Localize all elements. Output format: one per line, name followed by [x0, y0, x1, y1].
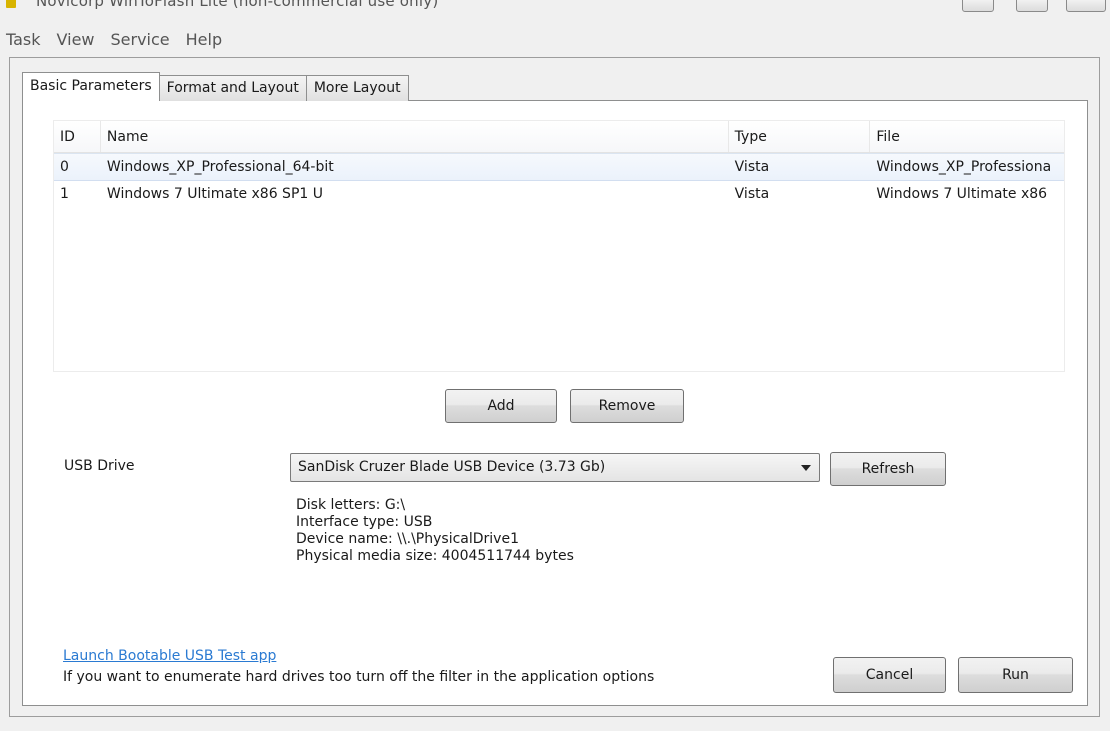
- column-header-file[interactable]: File: [870, 121, 1064, 152]
- add-button[interactable]: Add: [445, 389, 557, 423]
- cell-file: Windows 7 Ultimate x86: [876, 186, 1048, 202]
- disk-letters-info: Disk letters: G:\: [296, 497, 406, 513]
- close-button[interactable]: [1066, 0, 1106, 12]
- column-header-id[interactable]: ID: [54, 121, 101, 152]
- menu-help[interactable]: Help: [186, 30, 222, 49]
- list-header: ID Name Type File: [54, 121, 1064, 153]
- window-title: Novicorp WinToFlash Lite (non-commercial…: [36, 0, 439, 10]
- filter-hint-text: If you want to enumerate hard drives too…: [63, 669, 655, 685]
- usb-drive-selected-value: SanDisk Cruzer Blade USB Device (3.73 Gb…: [298, 459, 606, 475]
- minimize-button[interactable]: [962, 0, 994, 12]
- menu-view[interactable]: View: [57, 30, 95, 49]
- cell-id: 1: [60, 186, 69, 202]
- title-bar: Novicorp WinToFlash Lite (non-commercial…: [0, 0, 1110, 26]
- usb-drive-select[interactable]: SanDisk Cruzer Blade USB Device (3.73 Gb…: [290, 453, 820, 482]
- cell-id: 0: [60, 159, 69, 175]
- app-window: Novicorp WinToFlash Lite (non-commercial…: [0, 0, 1110, 731]
- cancel-button[interactable]: Cancel: [833, 657, 946, 693]
- menu-bar: Task View Service Help: [0, 26, 1110, 52]
- cell-file: Windows_XP_Professiona: [876, 159, 1052, 175]
- cell-type: Vista: [734, 186, 770, 202]
- list-row[interactable]: 0 Windows_XP_Professional_64-bit Vista W…: [54, 153, 1064, 181]
- cell-type: Vista: [734, 159, 770, 175]
- usb-drive-label: USB Drive: [64, 458, 135, 474]
- list-row[interactable]: 1 Windows 7 Ultimate x86 SP1 U Vista Win…: [54, 181, 1064, 209]
- column-header-name[interactable]: Name: [101, 121, 729, 152]
- interface-type-info: Interface type: USB: [296, 514, 433, 530]
- tab-strip: Basic Parameters Format and Layout More …: [22, 72, 409, 101]
- media-size-info: Physical media size: 4004511744 bytes: [296, 548, 574, 564]
- menu-task[interactable]: Task: [6, 30, 41, 49]
- tab-format-and-layout[interactable]: Format and Layout: [158, 75, 307, 101]
- launch-usb-test-link[interactable]: Launch Bootable USB Test app: [63, 648, 276, 664]
- chevron-down-icon[interactable]: [801, 465, 811, 471]
- device-name-info: Device name: \\.\PhysicalDrive1: [296, 531, 519, 547]
- tab-basic-parameters[interactable]: Basic Parameters: [22, 72, 160, 101]
- column-header-type[interactable]: Type: [729, 121, 871, 152]
- tab-more-layout[interactable]: More Layout: [305, 75, 409, 101]
- app-icon: [6, 0, 16, 8]
- run-button[interactable]: Run: [958, 657, 1073, 693]
- cell-name: Windows 7 Ultimate x86 SP1 U: [106, 186, 323, 202]
- maximize-button[interactable]: [1016, 0, 1048, 12]
- menu-service[interactable]: Service: [111, 30, 170, 49]
- remove-button[interactable]: Remove: [570, 389, 684, 423]
- refresh-button[interactable]: Refresh: [830, 452, 946, 486]
- image-list[interactable]: ID Name Type File 0 Windows_XP_Professio…: [53, 120, 1065, 372]
- cell-name: Windows_XP_Professional_64-bit: [106, 159, 334, 175]
